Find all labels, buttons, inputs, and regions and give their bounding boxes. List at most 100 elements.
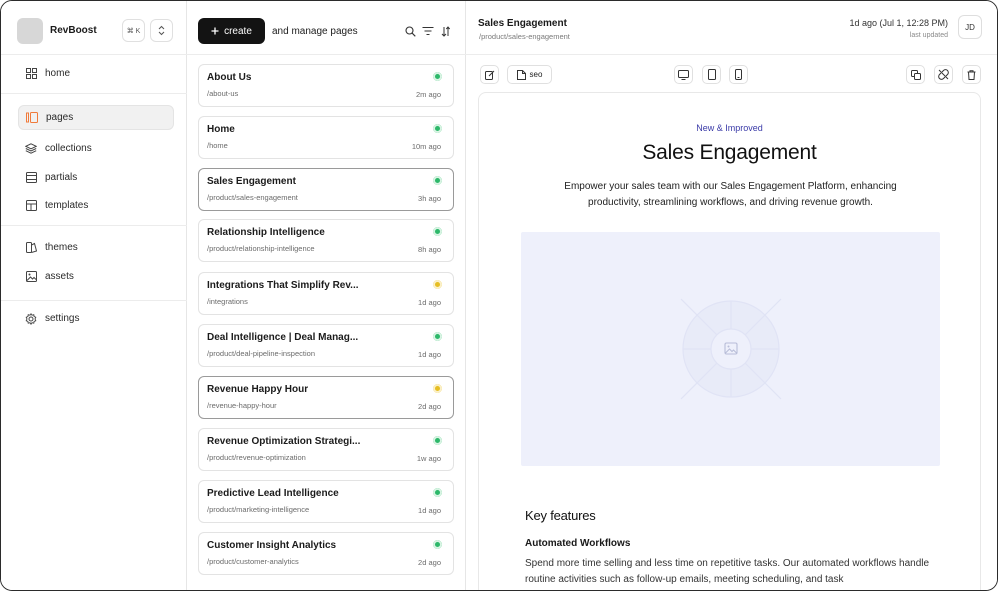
sidebar-item-templates[interactable]: templates <box>18 193 174 218</box>
unlink-button[interactable] <box>934 65 953 84</box>
status-dot-icon <box>433 280 442 289</box>
duplicate-button[interactable] <box>906 65 925 84</box>
page-card-title: Integrations That Simplify Rev... <box>207 280 359 291</box>
hero-eyebrow: New & Improved <box>696 123 763 133</box>
edit-button[interactable] <box>480 65 499 84</box>
sidebar-item-label: assets <box>45 271 74 282</box>
page-card[interactable]: Sales Engagement/product/sales-engagemen… <box>198 168 454 211</box>
sort-icon[interactable] <box>440 25 452 37</box>
unlink-icon <box>938 69 949 80</box>
last-updated-time: 1d ago (Jul 1, 12:28 PM) <box>849 18 948 28</box>
trash-icon <box>967 69 976 80</box>
desktop-view-button[interactable] <box>674 65 693 84</box>
page-card-time: 2d ago <box>418 402 441 411</box>
divider <box>1 300 187 301</box>
feature-title: Automated Workflows <box>525 538 631 549</box>
avatar-initials: JD <box>965 22 975 32</box>
editor-panel: Sales Engagement /product/sales-engageme… <box>466 1 997 590</box>
grid-icon <box>24 67 38 81</box>
page-card-title: Deal Intelligence | Deal Manag... <box>207 332 359 343</box>
image-icon <box>24 270 38 284</box>
editor-page-title: Sales Engagement <box>478 18 567 29</box>
page-card-title: Home <box>207 124 235 135</box>
divider <box>1 54 187 55</box>
page-card[interactable]: Revenue Optimization Strategi... /product… <box>198 428 454 471</box>
page-card-title: Predictive Lead Intelligence <box>207 488 339 499</box>
seo-label: seo <box>529 70 543 79</box>
sidebar-item-assets[interactable]: assets <box>18 264 174 289</box>
list-caption: and manage pages <box>272 26 358 37</box>
page-card-title: Revenue Optimization Strategi... <box>207 436 361 447</box>
page-card-path: /product/customer-analytics <box>207 557 299 566</box>
status-dot-icon <box>433 176 442 185</box>
delete-button[interactable] <box>962 65 981 84</box>
sidebar-item-collections[interactable]: collections <box>18 136 174 161</box>
brand[interactable]: RevBoost ⌘ K <box>17 18 177 44</box>
mobile-icon <box>735 69 742 80</box>
status-dot-icon <box>433 540 442 549</box>
gear-icon <box>24 312 38 326</box>
page-card-time: 3h ago <box>418 194 441 203</box>
page-card-time: 1d ago <box>418 298 441 307</box>
seo-button[interactable]: seo <box>507 65 552 84</box>
page-card[interactable]: Revenue Happy Hour/revenue-happy-hour 2d … <box>198 376 454 419</box>
sidebar: RevBoost ⌘ K home pages collections part… <box>1 1 187 590</box>
hero-description: Empower your sales team with our Sales E… <box>564 181 897 208</box>
avatar[interactable]: JD <box>958 15 982 39</box>
page-card[interactable]: About Us/about-us 2m ago <box>198 64 454 107</box>
partials-icon <box>24 171 38 185</box>
page-card[interactable]: Integrations That Simplify Rev... /integr… <box>198 272 454 315</box>
create-page-button[interactable]: create <box>198 18 265 44</box>
page-card-time: 1w ago <box>416 454 441 463</box>
page-card-title: About Us <box>207 72 252 83</box>
sidebar-item-label: templates <box>45 200 89 211</box>
divider <box>1 225 187 226</box>
page-card[interactable]: Home/home 10m ago <box>198 116 454 159</box>
page-preview-canvas[interactable]: New & Improved Sales Engagement Empower … <box>478 92 981 590</box>
page-card-time: 8h ago <box>418 245 441 254</box>
tablet-view-button[interactable] <box>702 65 721 84</box>
sidebar-item-label: partials <box>45 172 78 183</box>
image-placeholder[interactable] <box>521 232 940 466</box>
placeholder-graphic <box>680 298 782 400</box>
last-updated-label: last updated <box>909 32 948 39</box>
sidebar-item-partials[interactable]: partials <box>18 165 174 190</box>
edit-icon <box>484 70 494 80</box>
page-card-path: /home <box>207 141 228 150</box>
page-card-path: /about-us <box>207 89 239 98</box>
sidebar-item-settings[interactable]: settings <box>18 306 174 331</box>
page-card-path: /product/sales-engagement <box>207 193 298 202</box>
page-card[interactable]: Relationship Intelligence/product/relati… <box>198 219 454 262</box>
status-dot-icon <box>433 332 442 341</box>
page-card-time: 10m ago <box>411 142 441 151</box>
document-icon <box>516 69 526 80</box>
page-list-panel: create and manage pages About Us/about-u… <box>187 1 466 590</box>
shortcut-label: ⌘ K <box>126 27 141 35</box>
page-card-path: /integrations <box>207 297 248 306</box>
hero-heading: Sales Engagement <box>642 141 817 164</box>
plus-icon <box>211 27 219 35</box>
sidebar-item-home[interactable]: home <box>18 61 174 86</box>
page-card-title: Customer Insight Analytics <box>207 540 337 551</box>
tablet-icon <box>707 69 716 80</box>
filter-icon[interactable] <box>422 25 434 37</box>
workspace-switch-button[interactable] <box>150 19 173 42</box>
feature-description: Spend more time selling and less time on… <box>525 558 930 585</box>
mobile-view-button[interactable] <box>729 65 748 84</box>
sidebar-item-themes[interactable]: themes <box>18 235 174 260</box>
status-dot-icon <box>433 227 442 236</box>
page-card[interactable]: Predictive Lead Intelligence/product/mar… <box>198 480 454 523</box>
status-dot-icon <box>433 436 442 445</box>
command-palette-button[interactable]: ⌘ K <box>122 19 145 42</box>
page-card[interactable]: Deal Intelligence | Deal Manag... /produc… <box>198 324 454 367</box>
sidebar-item-pages[interactable]: pages <box>18 105 174 130</box>
search-icon[interactable] <box>404 25 416 37</box>
app-window: RevBoost ⌘ K home pages collections part… <box>0 0 998 591</box>
status-dot-icon <box>433 72 442 81</box>
page-card-title: Sales Engagement <box>207 176 296 187</box>
page-card[interactable]: Customer Insight Analytics/product/custo… <box>198 532 454 575</box>
sidebar-item-label: themes <box>45 242 78 253</box>
page-card-path: /revenue-happy-hour <box>207 401 277 410</box>
divider <box>1 93 187 94</box>
layers-icon <box>24 142 38 156</box>
